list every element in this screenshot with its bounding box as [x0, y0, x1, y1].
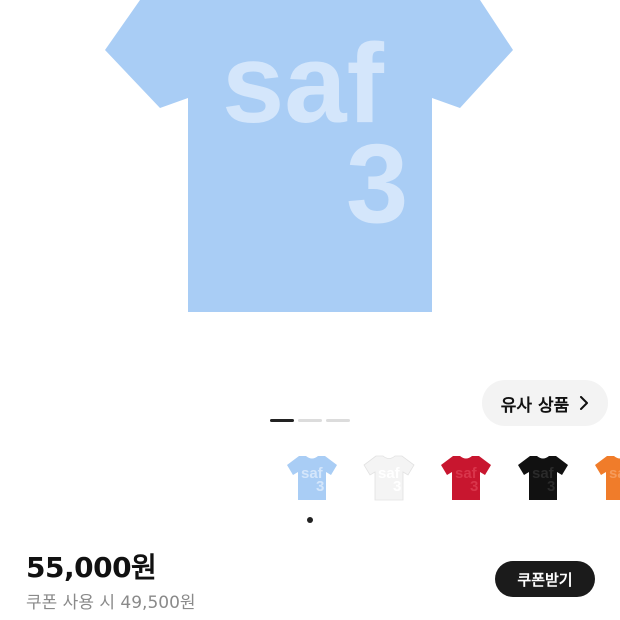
similar-products-button[interactable]: 유사 상품 — [482, 380, 608, 426]
chevron-right-icon — [580, 396, 589, 410]
color-option-thumbnail[interactable]: saf3 — [514, 448, 572, 506]
svg-text:saf: saf — [609, 465, 620, 482]
svg-text:3: 3 — [316, 478, 324, 495]
svg-text:3: 3 — [547, 478, 555, 495]
tshirt-thumbnail: saf3 — [518, 456, 568, 500]
tshirt-illustration: saf 3 — [105, 0, 513, 312]
similar-products-label: 유사 상품 — [500, 395, 570, 416]
carousel-segment — [298, 419, 322, 422]
coupon-price: 쿠폰 사용 시 49,500원 — [26, 593, 196, 613]
carousel-segment — [326, 419, 350, 422]
tshirt-thumbnail: saf3 — [287, 456, 337, 500]
carousel-segment — [270, 419, 294, 422]
color-option-thumbnail[interactable]: saf3 — [283, 448, 341, 506]
shirt-print-number: 3 — [346, 121, 408, 246]
product-price: 55,000원 — [26, 551, 157, 584]
color-options: saf3saf3saf3saf3saf3 — [283, 448, 620, 510]
product-image[interactable]: saf 3 — [0, 0, 620, 365]
svg-text:3: 3 — [393, 478, 401, 495]
selected-color-indicator — [307, 517, 313, 523]
tshirt-thumbnail: saf3 — [441, 456, 491, 500]
color-option-thumbnail[interactable]: saf3 — [360, 448, 418, 506]
tshirt-thumbnail: saf3 — [595, 456, 620, 500]
get-coupon-button[interactable]: 쿠폰받기 — [495, 561, 595, 597]
tshirt-thumbnail: saf3 — [363, 455, 415, 501]
color-option-thumbnail[interactable]: saf3 — [591, 448, 620, 506]
svg-text:3: 3 — [470, 478, 478, 495]
image-carousel-indicator — [270, 419, 350, 422]
color-option-thumbnail[interactable]: saf3 — [437, 448, 495, 506]
